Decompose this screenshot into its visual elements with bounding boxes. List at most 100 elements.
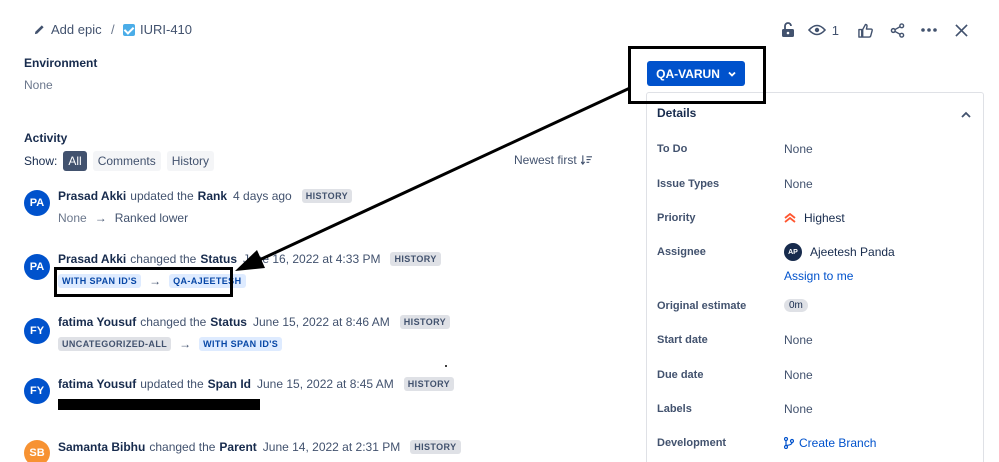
entry-change: None → Ranked lower xyxy=(58,211,188,225)
entry-field: Span Id xyxy=(207,377,251,391)
filter-all-button[interactable]: All xyxy=(63,151,87,171)
entry-summary: fatima Yousuf changed the Status June 15… xyxy=(58,315,451,329)
change-from: None xyxy=(58,211,87,225)
share-button[interactable] xyxy=(881,16,913,44)
entry-time[interactable]: June 14, 2022 at 2:31 PM xyxy=(263,440,400,454)
change-to: Ranked lower xyxy=(114,211,189,225)
detail-to-do: To Do None xyxy=(657,142,977,156)
filter-comments-button[interactable]: Comments xyxy=(92,151,161,171)
share-icon xyxy=(890,22,904,38)
assignee-value[interactable]: AP Ajeetesh Panda xyxy=(784,243,895,261)
entry-field: Status xyxy=(200,252,238,266)
detail-value[interactable]: None xyxy=(784,142,813,156)
history-tag: HISTORY xyxy=(410,440,461,454)
close-button[interactable] xyxy=(945,16,977,44)
entry-action: updated the xyxy=(130,189,194,203)
collapse-button[interactable] xyxy=(961,105,971,123)
filter-history-button[interactable]: History xyxy=(166,151,215,171)
unlock-icon xyxy=(781,22,794,37)
issue-header: Add epic / IURI-410 1 xyxy=(0,0,999,60)
entry-user[interactable]: fatima Yousuf xyxy=(58,377,136,391)
history-tag: HISTORY xyxy=(301,189,353,203)
activity-filter-bar: Show: All Comments History xyxy=(24,151,215,171)
entry-summary: Prasad Akki updated the Rank 4 days ago … xyxy=(58,189,353,203)
entry-time[interactable]: 4 days ago xyxy=(233,189,292,203)
add-epic-button[interactable]: Add epic xyxy=(34,22,102,37)
detail-assignee: Assignee AP Ajeetesh Panda Assign to me xyxy=(657,243,977,283)
more-actions-button[interactable] xyxy=(913,16,945,44)
detail-value-text: None xyxy=(784,142,813,156)
entry-action: changed the xyxy=(149,440,216,454)
watch-button[interactable]: 1 xyxy=(804,23,843,38)
detail-start-date: Start date None xyxy=(657,333,977,347)
breadcrumb-separator: / xyxy=(111,22,115,37)
estimate-value[interactable]: 0m xyxy=(784,299,808,312)
avatar[interactable]: FY xyxy=(24,378,50,404)
avatar[interactable]: FY xyxy=(24,318,50,344)
create-branch-link[interactable]: Create Branch xyxy=(784,436,876,450)
environment-value[interactable]: None xyxy=(24,78,53,92)
detail-value-text: None xyxy=(784,177,813,191)
thumbs-up-icon xyxy=(857,23,873,38)
history-tag: HISTORY xyxy=(403,377,455,391)
show-label: Show: xyxy=(24,154,58,168)
detail-label: Original estimate xyxy=(657,300,747,312)
restrict-button[interactable] xyxy=(772,16,804,44)
avatar[interactable]: SB xyxy=(24,440,50,462)
entry-time[interactable]: June 15, 2022 at 8:46 AM xyxy=(253,315,390,329)
priority-text: Highest xyxy=(804,211,845,225)
assign-to-me-link[interactable]: Assign to me xyxy=(784,269,853,283)
ellipsis-icon xyxy=(921,28,937,32)
issue-key-label: IURI-410 xyxy=(140,22,193,37)
detail-value-text: None xyxy=(784,333,813,347)
issue-actions: 1 xyxy=(772,16,977,44)
arrow-right-icon: → xyxy=(179,337,192,351)
close-icon xyxy=(954,23,968,37)
detail-value[interactable]: None xyxy=(784,177,813,191)
entry-summary: Samanta Bibhu changed the Parent June 14… xyxy=(58,440,461,454)
avatar[interactable]: PA xyxy=(24,254,50,280)
sort-toggle[interactable]: Newest first xyxy=(514,153,592,167)
entry-action: changed the xyxy=(140,315,207,329)
detail-label: Due date xyxy=(657,369,704,381)
status-lozenge: WITH SPAN ID'S xyxy=(199,337,283,351)
priority-value[interactable]: Highest xyxy=(784,211,845,225)
entry-field: Status xyxy=(210,315,247,329)
detail-label: Start date xyxy=(657,334,708,346)
entry-time[interactable]: June 16, 2022 at 4:33 PM xyxy=(243,252,380,266)
vote-button[interactable] xyxy=(849,16,881,44)
detail-labels: Labels None xyxy=(657,402,977,416)
detail-value[interactable]: None xyxy=(784,368,813,382)
annotation-box-transition xyxy=(54,267,233,297)
eye-icon xyxy=(807,24,826,36)
sort-label: Newest first xyxy=(514,153,577,167)
detail-label: Issue Types xyxy=(657,178,720,190)
history-tag: HISTORY xyxy=(390,252,441,266)
entry-summary: fatima Yousuf updated the Span Id June 1… xyxy=(58,377,455,391)
entry-user[interactable]: Samanta Bibhu xyxy=(58,440,145,454)
pencil-icon xyxy=(34,25,44,35)
activity-heading: Activity xyxy=(24,131,68,145)
entry-action: updated the xyxy=(140,377,204,391)
entry-user[interactable]: Prasad Akki xyxy=(58,252,126,266)
issue-key-link[interactable]: IURI-410 xyxy=(123,22,192,37)
sort-descending-icon xyxy=(580,155,592,165)
entry-time[interactable]: June 15, 2022 at 8:45 AM xyxy=(257,377,394,391)
status-lozenge: UNCATEGORIZED-ALL xyxy=(58,337,172,351)
detail-development: Development Create Branch xyxy=(657,436,977,450)
detail-priority: Priority Highest xyxy=(657,211,977,225)
detail-value[interactable]: None xyxy=(784,402,813,416)
entry-change: UNCATEGORIZED-ALL → WITH SPAN ID'S xyxy=(58,337,283,351)
entry-summary: Prasad Akki changed the Status June 16, … xyxy=(58,252,441,266)
detail-value[interactable]: None xyxy=(784,333,813,347)
branch-icon xyxy=(784,437,794,449)
details-heading[interactable]: Details xyxy=(657,106,696,120)
annotation-box-status xyxy=(628,46,766,104)
entry-user[interactable]: Prasad Akki xyxy=(58,189,126,203)
detail-label: Priority xyxy=(657,212,696,224)
detail-original-estimate: Original estimate 0m xyxy=(657,299,977,312)
avatar[interactable]: PA xyxy=(24,190,50,216)
entry-user[interactable]: fatima Yousuf xyxy=(58,315,136,329)
add-epic-label: Add epic xyxy=(51,22,102,37)
history-tag: HISTORY xyxy=(399,315,451,329)
